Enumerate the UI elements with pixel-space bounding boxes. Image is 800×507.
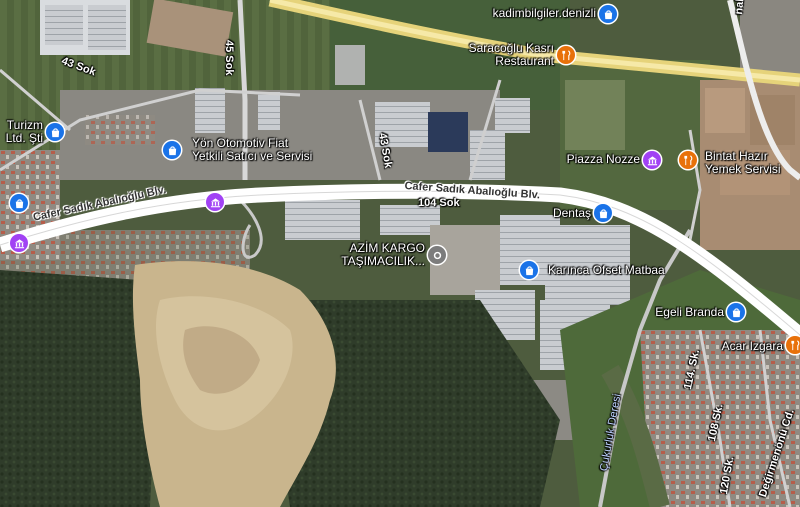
road-label-45-sok: 45 Sok xyxy=(223,40,235,76)
place-name: Egeli Branda xyxy=(655,305,724,319)
shopping-bag-pin-yon[interactable] xyxy=(163,141,181,159)
shopping-bag-pin-dentas[interactable] xyxy=(594,204,612,222)
place-label-egeli[interactable]: Egeli Branda xyxy=(655,306,724,319)
fork-knife-pin-acar[interactable] xyxy=(786,336,800,354)
fork-knife-icon xyxy=(683,154,694,166)
building-icon xyxy=(647,155,658,166)
location-pin-azim[interactable] xyxy=(428,246,446,264)
place-name: Dentaş xyxy=(552,206,591,220)
road-label-104-sok: 104 Sok xyxy=(418,197,460,209)
place-label-bintat[interactable]: Bintat Hazır Yemek Servisi xyxy=(705,150,781,176)
place-label-yon[interactable]: Yön Otomotiv Fiat Yetkili Satıcı ve Servi… xyxy=(192,137,312,163)
shopping-bag-pin-turizm[interactable] xyxy=(46,123,64,141)
place-label-karinca[interactable]: Karınca Ofset Matbaa xyxy=(548,264,665,277)
building-pin-piazza[interactable] xyxy=(643,151,661,169)
location-icon xyxy=(432,250,443,261)
shopping-bag-pin-egeli[interactable] xyxy=(727,303,745,321)
shopping-bag-icon xyxy=(731,307,742,318)
satellite-map[interactable]: Cafer Sadık Abalıoğlu Blv. Cafer Sadık A… xyxy=(0,0,800,507)
place-name: kadimbilgiler.denizli xyxy=(492,6,596,20)
place-name: Acar Izgara xyxy=(721,339,783,353)
place-name-line2: Yetkili Satıcı ve Servisi xyxy=(192,149,313,163)
place-label-acar[interactable]: Acar Izgara xyxy=(722,340,783,353)
place-name: Piazza Nozze xyxy=(566,152,640,166)
shopping-bag-icon xyxy=(14,198,25,209)
road-label-corner-top: nabi xyxy=(733,0,747,16)
building-icon xyxy=(14,238,25,249)
fork-knife-icon xyxy=(561,49,572,61)
shopping-bag-icon xyxy=(524,265,535,276)
fork-knife-pin-saracoglu[interactable] xyxy=(557,46,575,64)
place-name-line2: Yemek Servisi xyxy=(705,162,781,176)
shopping-bag-icon xyxy=(167,145,178,156)
place-label-piazza[interactable]: Piazza Nozze xyxy=(567,153,640,166)
place-name-line2: TAŞIMACILIK... xyxy=(341,254,425,268)
place-name: Karınca Ofset Matbaa xyxy=(548,263,665,277)
fork-knife-icon xyxy=(790,339,800,351)
shopping-bag-icon xyxy=(603,9,614,20)
shopping-bag-icon xyxy=(598,208,609,219)
attraction-pin-center[interactable] xyxy=(206,193,224,211)
place-label-saracoglu[interactable]: Saracoğlu Kasrı Restaurant xyxy=(469,42,554,68)
building-icon xyxy=(210,197,221,208)
shopping-bag-pin-kadim[interactable] xyxy=(599,5,617,23)
place-label-azim[interactable]: AZİM KARGO TAŞIMACILIK... xyxy=(341,242,425,268)
shopping-bag-pin-karinca[interactable] xyxy=(520,261,538,279)
place-name-line2: Ltd. Şti xyxy=(5,131,43,145)
place-label-kadim[interactable]: kadimbilgiler.denizli xyxy=(493,7,596,20)
place-label-turizm[interactable]: Turizm Ltd. Şti xyxy=(6,119,43,145)
attraction-pin-edge[interactable] xyxy=(10,234,28,252)
fork-knife-pin-bintat[interactable] xyxy=(679,151,697,169)
shopping-pin-edge[interactable] xyxy=(10,194,28,212)
shopping-bag-icon xyxy=(50,127,61,138)
place-label-dentas[interactable]: Dentaş xyxy=(553,207,591,220)
place-name-line2: Restaurant xyxy=(495,54,554,68)
